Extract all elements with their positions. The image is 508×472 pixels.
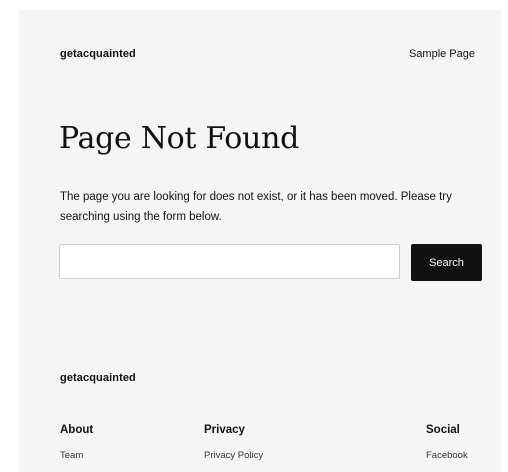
footer-column-privacy: Privacy Privacy Policy xyxy=(204,424,263,461)
page-title: Page Not Found xyxy=(59,121,300,156)
footer-column-about: About Team xyxy=(60,424,93,461)
footer-link-facebook[interactable]: Facebook xyxy=(426,450,468,461)
site-title[interactable]: getacquainted xyxy=(60,48,136,60)
nav-link-sample-page[interactable]: Sample Page xyxy=(409,48,475,60)
search-form: Search xyxy=(59,243,482,281)
search-input[interactable] xyxy=(59,244,400,279)
not-found-message: The page you are looking for does not ex… xyxy=(60,191,452,223)
page-container: getacquainted Sample Page Page Not Found… xyxy=(19,10,501,472)
search-button[interactable]: Search xyxy=(411,244,482,281)
footer-column-social: Social Facebook xyxy=(426,424,468,461)
footer-heading-about: About xyxy=(60,424,94,436)
footer-link-team[interactable]: Team xyxy=(60,450,93,461)
footer-link-privacy-policy[interactable]: Privacy Policy xyxy=(204,450,263,461)
footer-heading-social: Social xyxy=(426,424,460,436)
footer-site-title[interactable]: getacquainted xyxy=(60,372,136,384)
footer-heading-privacy: Privacy xyxy=(204,424,245,436)
